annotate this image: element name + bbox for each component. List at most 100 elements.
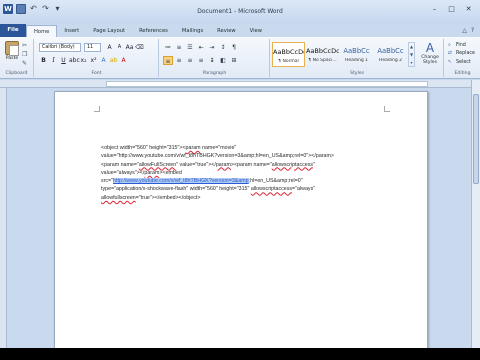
style-sample: AaBbCc [343,47,370,55]
show-marks-icon[interactable]: ¶ [229,43,239,52]
copy-icon[interactable]: ❐ [22,51,32,58]
bold-icon[interactable]: B [39,56,48,65]
text-run: <object width="560" height="315">< [101,145,186,151]
tab-mailings[interactable]: Mailings [175,25,210,37]
shading-icon[interactable]: ◧ [218,56,228,65]
font-style-buttons: B I U abc x₂ x² A ab A [39,56,128,65]
change-styles-button[interactable]: A Change Styles [417,41,443,65]
paragraph-group-label: Paragraph [202,71,227,76]
window-controls: – □ ✕ [428,4,475,14]
select-button[interactable]: ↖ Select [448,60,471,65]
superscript-icon[interactable]: x² [89,56,98,65]
tab-insert[interactable]: Insert [57,25,86,37]
editing-group: ⌕ Find ⇄ Replace ↖ Select Editing [445,39,480,77]
underline-icon[interactable]: U [59,56,68,65]
style-normal[interactable]: AaBbCcDc ¶ Normal [272,42,305,67]
styles-scroll[interactable]: ▲ ▼ ▾ [408,42,415,67]
document-line[interactable]: value="always"></param><embed [101,169,401,177]
document-page[interactable]: <object width="560" height="315"><param … [54,91,428,348]
numbering-icon[interactable]: ≡ [174,43,184,52]
tab-home[interactable]: Home [26,25,58,37]
font-color-icon[interactable]: A [119,56,128,65]
font-name-select[interactable]: Calibri (Body) [39,43,81,52]
document-line[interactable]: src="http://www.youtube.com/v/wf_t8hTBHG… [101,177,401,185]
document-body[interactable]: <object width="560" height="315"><param … [101,144,401,202]
style-heading-2[interactable]: AaBbCc Heading 2 [374,42,407,67]
select-icon: ↖ [448,60,453,65]
ruler-strip [106,81,428,87]
editing-group-label: Editing [454,71,471,76]
change-styles-icon: A [425,41,435,55]
maximize-button[interactable]: □ [445,4,458,14]
highlight-icon[interactable]: ab [109,56,118,65]
spellcheck-word: allowFullScreen [138,161,177,168]
line-spacing-icon[interactable]: ↨ [207,56,217,65]
increase-indent-icon[interactable]: ⇥ [207,43,217,52]
multilevel-list-icon[interactable]: ☰ [185,43,195,52]
clipboard-group: Paste ✂ ❐ ✎ Clipboard [0,39,34,77]
text-run: ><param name=" [230,161,272,168]
document-line[interactable]: value="http://www.youtube.com/v/wf_t8hTB… [101,152,401,160]
spellcheck-word: param [185,145,201,151]
ribbon: Paste ✂ ❐ ✎ Clipboard Calibri (Body) 11 … [0,37,480,79]
align-right-icon[interactable]: ≡ [185,56,195,65]
justify-icon[interactable]: ≡ [196,56,206,65]
close-button[interactable]: ✕ [462,4,475,14]
italic-icon[interactable]: I [49,56,58,65]
minimize-ribbon-icon[interactable]: △ [462,27,467,34]
cut-icon[interactable]: ✂ [22,42,32,49]
list-buttons: ≔ ≡ ☰ ⇤ ⇥ ↕ ¶ [163,43,239,52]
strikethrough-icon[interactable]: abc [69,56,80,65]
styles-group: AaBbCcDc ¶ Normal AaBbCcDc ¶ No Spaci...… [271,39,444,77]
grow-font-icon[interactable]: A [105,43,114,52]
style-name: ¶ Normal [278,59,299,64]
margin-corner-mark [94,106,100,112]
clear-formatting-icon[interactable]: ⌫ [135,43,144,52]
text-run: ;hl=en_US&amp;rel=0" [248,178,303,185]
text-run: src=" [101,178,114,185]
align-center-icon[interactable]: ≡ [174,56,184,65]
style-no-spacing[interactable]: AaBbCcDc ¶ No Spaci... [306,42,339,67]
style-heading-1[interactable]: AaBbCc Heading 1 [340,42,373,67]
replace-icon: ⇄ [448,51,453,56]
spellcheck-word: allowscriptaccess [250,186,293,193]
font-size-select[interactable]: 11 [84,43,101,52]
paste-button[interactable]: Paste [3,41,21,67]
tab-page-layout[interactable]: Page Layout [86,25,132,37]
subscript-icon[interactable]: x₂ [79,56,88,65]
document-line[interactable]: allowfullscreen="true"></embed></object> [101,194,401,202]
bullets-icon[interactable]: ≔ [163,43,173,52]
sort-icon[interactable]: ↕ [218,43,228,52]
ribbon-tabs: File Home Insert Page Layout References … [0,24,480,37]
clipboard-group-label: Clipboard [5,71,28,76]
text-run: ="always" [292,186,316,193]
tab-references[interactable]: References [132,25,175,37]
replace-label: Replace [456,51,475,56]
align-left-icon[interactable]: ≡ [163,56,173,65]
shrink-font-icon[interactable]: A [115,43,124,52]
vertical-ruler[interactable] [0,88,7,348]
tab-view[interactable]: View [243,25,269,37]
tab-review[interactable]: Review [210,25,243,37]
text-effects-icon[interactable]: A [99,56,108,65]
text-run: value="always"></ [101,169,145,176]
horizontal-ruler[interactable] [0,80,480,88]
format-painter-icon[interactable]: ✎ [22,60,32,67]
document-line[interactable]: <object width="560" height="315"><param … [101,144,401,152]
change-styles-label: Change Styles [421,55,439,65]
margin-corner-mark [384,106,390,112]
find-button[interactable]: ⌕ Find [448,42,466,48]
tab-file[interactable]: File [0,24,26,37]
document-line[interactable]: <param name="allowFullScreen" value="tru… [101,161,401,169]
document-line[interactable]: type="application/x-shockwave-flash" wid… [101,185,401,193]
spellcheck-word: allowscriptaccess [271,161,313,168]
vertical-scrollbar[interactable] [471,80,480,348]
scrollbar-thumb[interactable] [473,94,479,184]
help-icon[interactable]: ? [471,27,474,34]
minimize-button[interactable]: – [428,4,441,14]
replace-button[interactable]: ⇄ Replace [448,51,475,56]
change-case-icon[interactable]: Aa [125,43,134,52]
decrease-indent-icon[interactable]: ⇤ [196,43,206,52]
borders-icon[interactable]: ⊞ [229,56,239,65]
paragraph-group: ≔ ≡ ☰ ⇤ ⇥ ↕ ¶ ≡ ≡ ≡ ≡ ↨ ◧ ⊞ Paragraph [160,39,270,77]
